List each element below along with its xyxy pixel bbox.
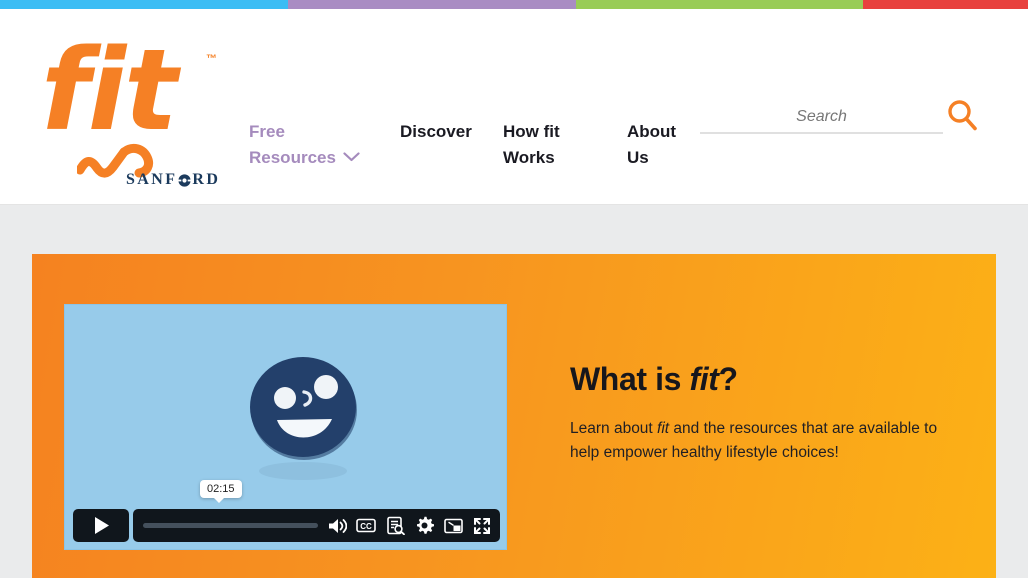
transcript-button[interactable] xyxy=(385,516,405,536)
top-color-strip xyxy=(0,0,1028,9)
time-tooltip: 02:15 xyxy=(200,480,242,498)
play-button[interactable] xyxy=(73,509,129,542)
strip-segment-blue xyxy=(0,0,288,9)
transcript-icon xyxy=(386,516,405,535)
video-player[interactable]: 02:15 CC xyxy=(64,304,507,550)
logo-org-suffix: RD xyxy=(192,171,220,189)
nav-item-free-resources[interactable]: Free Resources xyxy=(249,93,400,171)
strip-segment-red xyxy=(863,0,1028,9)
pip-button[interactable] xyxy=(443,516,463,536)
video-controls: 02:15 CC xyxy=(73,509,500,542)
volume-button[interactable] xyxy=(327,516,347,536)
play-icon xyxy=(93,516,110,535)
nav-label-how-fit-works: How fit Works xyxy=(503,122,560,167)
search-input[interactable] xyxy=(700,101,943,134)
nav-label-about-us: About Us xyxy=(627,122,676,167)
logo-org-prefix: SANF xyxy=(126,171,177,189)
main-navigation: Free Resources Discover How fit Works Ab… xyxy=(249,93,697,171)
hero-title-plain: What is xyxy=(570,361,689,397)
search-container xyxy=(700,101,943,134)
cc-icon: CC xyxy=(356,518,376,533)
hero-text-block: What is fit? Learn about fit and the res… xyxy=(570,360,970,465)
hero-title-emphasis: fit xyxy=(689,361,718,397)
fullscreen-button[interactable] xyxy=(472,516,492,536)
logo-trademark: ™ xyxy=(206,53,217,65)
logo-organization: SANF RD xyxy=(126,171,220,189)
hero-paragraph-emphasis: fit xyxy=(657,420,669,437)
strip-segment-purple xyxy=(288,0,576,9)
picture-in-picture-icon xyxy=(444,518,463,534)
site-header: fit ™ SANF RD Free Resources Discover xyxy=(0,9,1028,205)
nav-item-about-us[interactable]: About Us xyxy=(627,93,697,171)
nav-item-how-fit-works[interactable]: How fit Works xyxy=(503,93,627,171)
hero-paragraph-part1: Learn about xyxy=(570,420,657,437)
search-button[interactable] xyxy=(945,98,979,135)
search-icon xyxy=(945,98,979,132)
hero-title: What is fit? xyxy=(570,360,970,398)
site-logo[interactable]: fit ™ SANF RD xyxy=(41,35,226,185)
nav-label-discover: Discover xyxy=(400,122,472,141)
video-control-bar: 02:15 CC xyxy=(133,509,500,542)
volume-icon xyxy=(327,517,347,535)
captions-button[interactable]: CC xyxy=(356,516,376,536)
sanford-o-icon xyxy=(178,174,191,187)
hero-title-tail: ? xyxy=(719,361,738,397)
nav-item-discover[interactable]: Discover xyxy=(400,93,503,145)
fullscreen-icon xyxy=(473,517,491,535)
hero-paragraph: Learn about fit and the resources that a… xyxy=(570,417,970,465)
hero-panel: 02:15 CC xyxy=(32,254,996,578)
svg-text:CC: CC xyxy=(360,522,372,531)
gear-icon xyxy=(415,516,434,535)
nav-label-free-resources: Free Resources xyxy=(249,122,336,167)
time-tooltip-label: 02:15 xyxy=(207,483,235,495)
settings-button[interactable] xyxy=(414,516,434,536)
progress-bar[interactable] xyxy=(143,523,318,528)
strip-segment-green xyxy=(576,0,863,9)
blueberry-mascot-icon xyxy=(233,347,373,487)
chevron-down-icon[interactable] xyxy=(343,152,360,162)
